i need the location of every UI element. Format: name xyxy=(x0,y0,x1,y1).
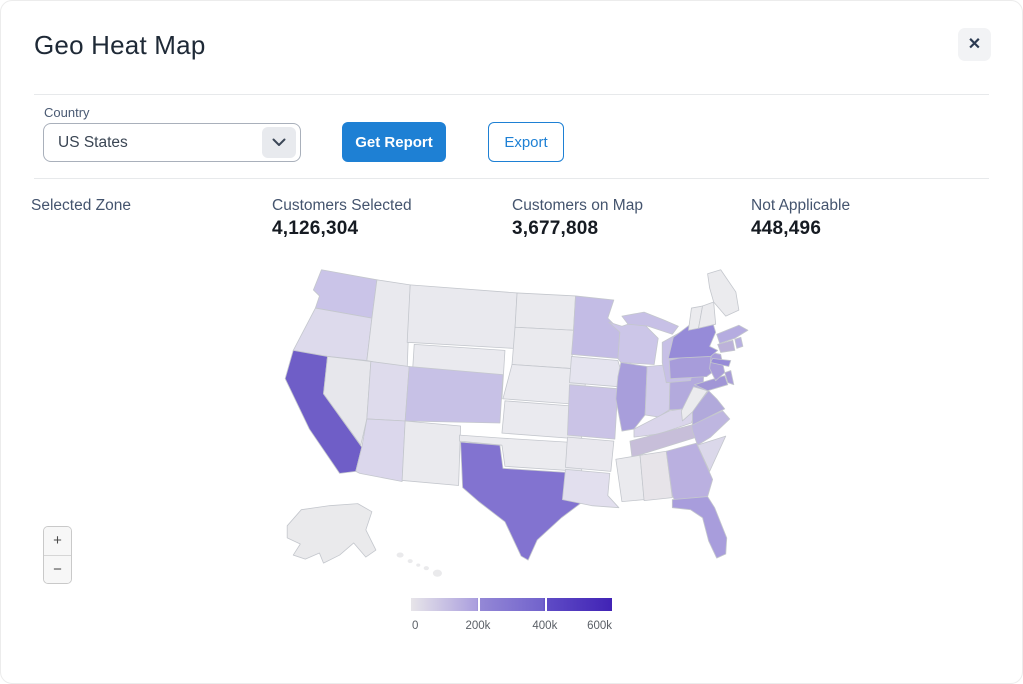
stat-value: 3,677,808 xyxy=(512,218,643,240)
state-NM[interactable] xyxy=(402,421,460,486)
zoom-in-button[interactable]: + xyxy=(44,527,71,555)
close-icon: ✕ xyxy=(968,36,981,53)
state-AR[interactable] xyxy=(565,437,613,471)
heat-legend: 0 200k 400k 600k xyxy=(411,598,612,633)
state-MN[interactable] xyxy=(571,296,619,359)
state-HI[interactable] xyxy=(416,564,420,567)
stat-value: 448,496 xyxy=(751,218,850,240)
state-MT[interactable] xyxy=(407,285,517,349)
state-HI[interactable] xyxy=(397,553,404,558)
state-ND[interactable] xyxy=(515,293,575,330)
stat-value: 4,126,304 xyxy=(272,218,412,240)
state-MS[interactable] xyxy=(616,455,644,501)
legend-tick-label: 400k xyxy=(532,620,557,632)
legend-tick-divider xyxy=(545,598,547,611)
legend-tick-divider xyxy=(478,598,480,611)
close-button[interactable]: ✕ xyxy=(958,28,991,61)
us-choropleth-map xyxy=(263,257,757,591)
stat-label: Customers on Map xyxy=(512,197,643,215)
country-select[interactable]: US States xyxy=(43,123,301,162)
state-IL[interactable] xyxy=(616,363,647,432)
state-HI[interactable] xyxy=(408,559,413,563)
geo-heat-map-dialog: Geo Heat Map ✕ Country US States Get Rep… xyxy=(0,0,1023,684)
us-map-svg xyxy=(263,257,757,591)
stat-customers-selected: Customers Selected 4,126,304 xyxy=(272,197,412,240)
states-layer xyxy=(285,270,748,577)
state-CO[interactable] xyxy=(405,367,503,423)
stat-not-applicable: Not Applicable 448,496 xyxy=(751,197,850,240)
chevron-down-icon[interactable] xyxy=(262,127,296,158)
legend-tick-label: 0 xyxy=(412,620,418,632)
stat-label: Customers Selected xyxy=(272,197,412,215)
export-button[interactable]: Export xyxy=(488,122,564,162)
state-RI[interactable] xyxy=(735,337,743,348)
state-SD[interactable] xyxy=(512,327,573,368)
state-FL[interactable] xyxy=(672,497,726,558)
get-report-button[interactable]: Get Report xyxy=(342,122,446,162)
zoom-out-button[interactable]: − xyxy=(44,555,71,583)
state-UT[interactable] xyxy=(367,361,409,420)
legend-tick-label: 600k xyxy=(587,620,612,632)
state-AK[interactable] xyxy=(287,504,376,563)
state-HI[interactable] xyxy=(424,566,429,570)
stat-label: Selected Zone xyxy=(31,197,131,215)
country-select-value: US States xyxy=(44,134,262,152)
stat-selected-zone: Selected Zone xyxy=(31,197,131,218)
state-IA[interactable] xyxy=(569,356,620,386)
map-zoom-control: + − xyxy=(43,526,72,584)
page-title: Geo Heat Map xyxy=(34,30,206,61)
heat-legend-labels: 0 200k 400k 600k xyxy=(411,620,612,633)
heat-legend-gradient-bar xyxy=(411,598,612,611)
country-field-label: Country xyxy=(44,105,90,120)
divider xyxy=(34,178,989,179)
state-MO[interactable] xyxy=(567,385,617,439)
legend-tick-label: 200k xyxy=(465,620,490,632)
divider xyxy=(34,94,989,95)
stat-customers-on-map: Customers on Map 3,677,808 xyxy=(512,197,643,240)
state-HI[interactable] xyxy=(433,570,442,577)
stat-label: Not Applicable xyxy=(751,197,850,215)
